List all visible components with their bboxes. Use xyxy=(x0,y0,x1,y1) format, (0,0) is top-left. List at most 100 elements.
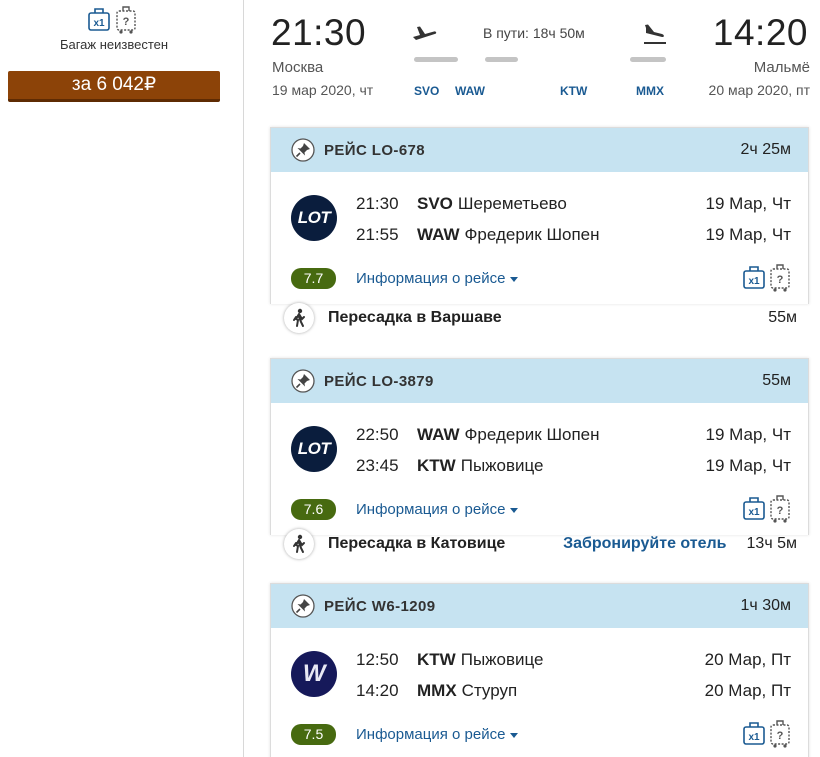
walking-person-icon xyxy=(284,529,314,559)
airport-code-mmx: MMX xyxy=(636,84,664,98)
row-date: 19 Мар, Чт xyxy=(705,194,791,213)
row-airport-code: KTW xyxy=(417,456,456,475)
hand-luggage-count: x1 xyxy=(748,276,760,287)
row-airport-code: KTW xyxy=(417,650,456,669)
row-time: 22:50 xyxy=(356,425,399,444)
landing-plane-icon xyxy=(644,24,666,44)
flight-number: РЕЙС W6-1209 xyxy=(324,597,436,615)
arrival-time: 14:20 xyxy=(712,12,808,53)
hand-luggage-count: x1 xyxy=(93,18,105,29)
row-airport-name: Фредерик Шопен xyxy=(464,225,600,244)
airline-logo-text: LOT xyxy=(297,208,331,227)
flight-card-header: РЕЙС LO-678 2ч 25м xyxy=(271,128,808,172)
flight-info-label: Информация о рейсе xyxy=(356,501,506,518)
checked-bag-icon: ? xyxy=(770,720,790,748)
flight-info-link[interactable]: Информация о рейсе xyxy=(356,726,519,743)
chevron-down-icon xyxy=(510,732,519,738)
row-time: 12:50 xyxy=(356,650,399,669)
row-airport-code: WAW xyxy=(417,425,460,444)
segment-baggage-icons: x1 ? xyxy=(742,720,791,748)
transfer-label: Пересадка в Катовице xyxy=(328,535,506,552)
pin-icon[interactable] xyxy=(291,594,315,618)
airline-logo-lot: LOT xyxy=(291,195,337,241)
chevron-down-icon xyxy=(510,507,519,513)
flight-info-label: Информация о рейсе xyxy=(356,726,506,743)
row-date: 20 Мар, Пт xyxy=(704,681,791,700)
transfer-duration: 55м xyxy=(768,309,797,326)
checked-bag-mark: ? xyxy=(777,274,784,286)
airline-logo-text: W xyxy=(302,660,326,687)
flight-number: РЕЙС LO-3879 xyxy=(324,372,434,390)
flight-card-header: РЕЙС LO-3879 55м xyxy=(271,359,808,403)
arrival-city: Мальмё xyxy=(753,59,810,76)
row-time: 21:30 xyxy=(356,194,399,213)
flight-card-1: РЕЙС LO-678 2ч 25м LOT 21:30 SVO Шеремет… xyxy=(270,127,809,304)
departure-row: 12:50 KTW Пыжовице 20 Мар, Пт xyxy=(356,650,791,670)
checked-bag-mark: ? xyxy=(123,16,130,28)
hand-luggage-count: x1 xyxy=(748,732,760,743)
transfer-duration: 13ч 5м xyxy=(746,535,797,552)
segment-baggage-icons: x1 ? xyxy=(742,495,791,523)
hand-luggage-icon: x1 xyxy=(743,266,765,289)
book-hotel-link[interactable]: Забронируйте отель xyxy=(563,535,726,553)
row-date: 20 Мар, Пт xyxy=(704,650,791,669)
airport-code-svo: SVO xyxy=(414,84,440,98)
transfer-label: Пересадка в Варшаве xyxy=(328,309,502,326)
flight-info-link[interactable]: Информация о рейсе xyxy=(356,501,519,518)
airline-logo-text: LOT xyxy=(297,439,331,458)
row-time: 23:45 xyxy=(356,456,399,475)
departure-city: Москва xyxy=(272,59,324,76)
walking-person-icon xyxy=(284,303,314,333)
flight-card-2: РЕЙС LO-3879 55м LOT 22:50 WAW Фредерик … xyxy=(270,358,809,535)
airline-logo-wizz: W xyxy=(291,651,337,697)
arrival-date: 20 мар 2020, пт xyxy=(708,82,810,98)
flight-info-label: Информация о рейсе xyxy=(356,270,506,287)
segment-baggage-icons: x1 ? xyxy=(742,264,791,292)
row-airport-code: WAW xyxy=(417,225,460,244)
transfer-warsaw: Пересадка в Варшаве 55м xyxy=(284,301,797,335)
checked-bag-mark: ? xyxy=(777,730,784,742)
offer-sidebar: x1 ? Багаж неизвестен за 6 042₽ xyxy=(0,0,244,757)
airport-code-waw: WAW xyxy=(455,84,485,98)
transfer-katowice: Пересадка в Катовице Забронируйте отель … xyxy=(284,527,797,561)
row-airport-name: Фредерик Шопен xyxy=(464,425,600,444)
departure-row: 22:50 WAW Фредерик Шопен 19 Мар, Чт xyxy=(356,425,791,445)
total-duration: В пути: 18ч 50м xyxy=(483,25,585,41)
checked-bag-icon: ? xyxy=(770,264,790,292)
row-time: 14:20 xyxy=(356,681,399,700)
row-airport-name: Стуруп xyxy=(461,681,518,700)
row-date: 19 Мар, Чт xyxy=(705,456,791,475)
row-date: 19 Мар, Чт xyxy=(705,225,791,244)
flight-info-link[interactable]: Информация о рейсе xyxy=(356,270,519,287)
airline-logo-lot: LOT xyxy=(291,426,337,472)
hand-luggage-icon: x1 xyxy=(88,8,110,31)
buy-price-button[interactable]: за 6 042₽ xyxy=(8,71,220,102)
baggage-icons: x1 ? xyxy=(87,6,137,34)
flight-card-header: РЕЙС W6-1209 1ч 30м xyxy=(271,584,808,628)
departure-row: 21:30 SVO Шереметьево 19 Мар, Чт xyxy=(356,194,791,214)
row-time: 21:55 xyxy=(356,225,399,244)
flight-number: РЕЙС LO-678 xyxy=(324,141,426,159)
row-date: 19 Мар, Чт xyxy=(705,425,791,444)
airline-rating: 7.7 xyxy=(291,268,336,289)
hand-luggage-icon: x1 xyxy=(743,497,765,520)
pin-icon[interactable] xyxy=(291,138,315,162)
airline-rating: 7.6 xyxy=(291,499,336,520)
arrival-row: 23:45 KTW Пыжовице 19 Мар, Чт xyxy=(356,456,791,476)
flight-duration: 1ч 30м xyxy=(740,597,791,614)
pin-icon[interactable] xyxy=(291,369,315,393)
departure-date: 19 мар 2020, чт xyxy=(272,82,374,98)
baggage-caption: Багаж неизвестен xyxy=(59,37,169,52)
row-airport-name: Пыжовице xyxy=(460,456,544,475)
flight-duration: 55м xyxy=(762,372,791,389)
flight-card-3: РЕЙС W6-1209 1ч 30м W 12:50 KTW Пыжовице… xyxy=(270,583,809,757)
checked-bag-icon: ? xyxy=(770,495,790,523)
arrival-row: 14:20 MMX Стуруп 20 Мар, Пт xyxy=(356,681,791,701)
row-airport-code: MMX xyxy=(417,681,457,700)
arrival-row: 21:55 WAW Фредерик Шопен 19 Мар, Чт xyxy=(356,225,791,245)
row-airport-name: Пыжовице xyxy=(460,650,544,669)
row-airport-code: SVO xyxy=(417,194,453,213)
segment-bar-3 xyxy=(630,57,666,62)
departure-time: 21:30 xyxy=(271,12,367,53)
segment-bar-1 xyxy=(414,57,458,62)
